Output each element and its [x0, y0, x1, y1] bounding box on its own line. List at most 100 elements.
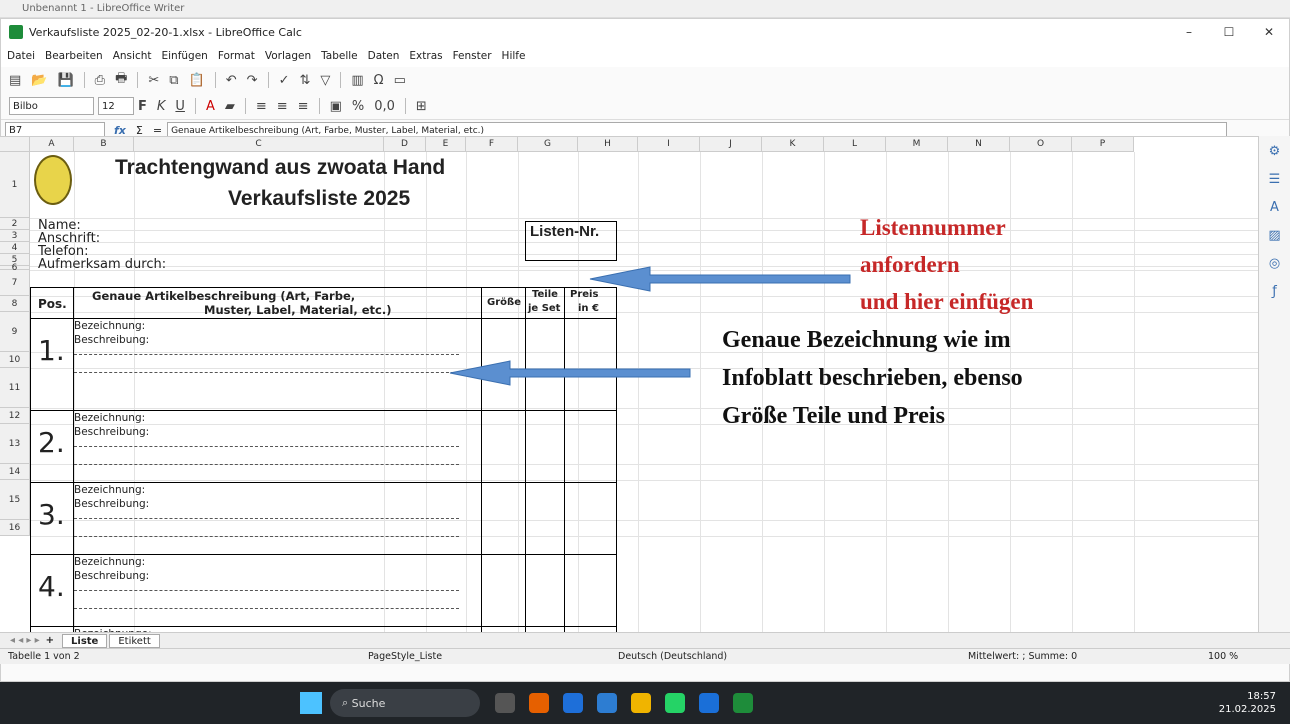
menu-item[interactable]: Datei	[7, 50, 35, 62]
column-header[interactable]: N	[948, 137, 1010, 152]
sort-icon[interactable]: ⇅	[299, 73, 310, 88]
filter-icon[interactable]: ▽	[320, 73, 330, 88]
edge-icon[interactable]	[563, 693, 583, 713]
highlight-icon[interactable]: ▰	[225, 99, 235, 114]
status-zoom[interactable]: 100 %	[1208, 651, 1238, 662]
column-header[interactable]: L	[824, 137, 886, 152]
navigator-icon[interactable]: ◎	[1265, 256, 1285, 276]
corner-cell[interactable]	[0, 137, 30, 152]
explorer-icon[interactable]	[631, 693, 651, 713]
clock[interactable]: 18:57 21.02.2025	[1219, 690, 1276, 716]
store-icon[interactable]	[597, 693, 617, 713]
column-header[interactable]: I	[638, 137, 700, 152]
align-right-icon[interactable]: ≡	[298, 99, 309, 114]
status-language: Deutsch (Deutschland)	[618, 651, 728, 662]
column-header[interactable]: E	[426, 137, 466, 152]
column-header[interactable]: H	[578, 137, 638, 152]
row-header[interactable]: 15	[0, 480, 30, 520]
align-center-icon[interactable]: ≡	[277, 99, 288, 114]
row-header[interactable]: 10	[0, 352, 30, 368]
close-icon[interactable]: ✕	[1249, 25, 1289, 39]
row-header[interactable]: 11	[0, 368, 30, 408]
undo-icon[interactable]: ↶	[226, 73, 237, 88]
pdf-icon[interactable]: ⎙	[95, 73, 105, 88]
spellcheck-icon[interactable]: ✓	[279, 73, 290, 88]
menu-item[interactable]: Einfügen	[162, 50, 208, 62]
maximize-icon[interactable]: ☐	[1209, 25, 1249, 39]
row-header[interactable]: 16	[0, 520, 30, 536]
listen-nr-box[interactable]	[525, 221, 617, 261]
column-header[interactable]: P	[1072, 137, 1134, 152]
cut-icon[interactable]: ✂	[148, 73, 159, 88]
taskview-icon[interactable]	[495, 693, 515, 713]
column-header[interactable]: A	[30, 137, 74, 152]
row-header[interactable]: 13	[0, 424, 30, 464]
copy-icon[interactable]: ⧉	[169, 73, 178, 88]
gallery-icon[interactable]: ▨	[1265, 228, 1285, 248]
italic-icon[interactable]: K	[157, 99, 166, 114]
redo-icon[interactable]: ↷	[247, 73, 258, 88]
spreadsheet-grid[interactable]: A B C D E F G H I J K L M N O P 1 2 3 4 5 6 7 8 9 10 11 12 13 14 15 16 T…	[0, 136, 1258, 632]
print-icon[interactable]: 🖶	[115, 69, 127, 91]
new-icon[interactable]: ▤	[9, 73, 21, 88]
font-name-box[interactable]: Bilbo	[9, 97, 94, 115]
font-color-icon[interactable]: A	[206, 99, 215, 114]
column-header[interactable]: G	[518, 137, 578, 152]
column-header[interactable]: D	[384, 137, 426, 152]
column-header[interactable]: B	[74, 137, 134, 152]
borders-icon[interactable]: ⊞	[416, 99, 427, 114]
writer-icon[interactable]	[699, 693, 719, 713]
menu-item[interactable]: Hilfe	[502, 50, 526, 62]
row-header[interactable]: 3	[0, 230, 30, 242]
special-char-icon[interactable]: Ω	[374, 73, 384, 88]
functions-icon[interactable]: ƒ	[1265, 284, 1285, 304]
minimize-icon[interactable]: –	[1169, 25, 1209, 39]
currency-icon[interactable]: ▣	[330, 99, 342, 114]
save-icon[interactable]: 💾	[57, 73, 73, 88]
tab-nav-icon[interactable]: ◂ ◂ ▸ ▸	[10, 635, 40, 646]
row-header[interactable]: 14	[0, 464, 30, 480]
styles-icon[interactable]: A	[1265, 200, 1285, 220]
menu-item[interactable]: Vorlagen	[265, 50, 311, 62]
column-header[interactable]: O	[1010, 137, 1072, 152]
decimal-icon[interactable]: 0,0	[374, 99, 395, 114]
menu-item[interactable]: Tabelle	[321, 50, 358, 62]
percent-icon[interactable]: %	[352, 99, 364, 114]
column-header[interactable]: C	[134, 137, 384, 152]
row-header[interactable]: 7	[0, 270, 30, 296]
column-header[interactable]: J	[700, 137, 762, 152]
menu-item[interactable]: Bearbeiten	[45, 50, 103, 62]
tab-liste[interactable]: Liste	[62, 633, 108, 648]
start-icon[interactable]	[300, 692, 322, 714]
align-left-icon[interactable]: ≡	[256, 99, 267, 114]
whatsapp-icon[interactable]	[665, 693, 685, 713]
add-sheet-icon[interactable]: +	[46, 635, 54, 646]
tab-etikett[interactable]: Etikett	[109, 633, 160, 648]
column-header[interactable]: K	[762, 137, 824, 152]
comment-icon[interactable]: ▭	[394, 73, 406, 88]
properties-icon[interactable]: ☰	[1265, 172, 1285, 192]
taskbar-search[interactable]: ⌕ Suche	[330, 689, 480, 717]
row-header[interactable]: 2	[0, 218, 30, 230]
menu-item[interactable]: Daten	[368, 50, 400, 62]
chart-icon[interactable]: ▥	[351, 73, 363, 88]
font-size-box[interactable]: 12	[98, 97, 134, 115]
row-header[interactable]: 12	[0, 408, 30, 424]
column-header[interactable]: F	[466, 137, 518, 152]
row-header[interactable]: 4	[0, 242, 30, 254]
row-header[interactable]: 8	[0, 296, 30, 312]
calc-taskbar-icon[interactable]	[733, 693, 753, 713]
underline-icon[interactable]: U	[175, 99, 185, 114]
row-header[interactable]: 9	[0, 312, 30, 352]
menu-item[interactable]: Fenster	[453, 50, 492, 62]
menu-item[interactable]: Extras	[409, 50, 442, 62]
menu-item[interactable]: Ansicht	[113, 50, 152, 62]
row-header[interactable]: 1	[0, 152, 30, 218]
settings-icon[interactable]: ⚙	[1265, 144, 1285, 164]
firefox-icon[interactable]	[529, 693, 549, 713]
bold-icon[interactable]: F	[138, 99, 147, 114]
open-icon[interactable]: 📂	[31, 73, 47, 88]
column-header[interactable]: M	[886, 137, 948, 152]
menu-item[interactable]: Format	[218, 50, 255, 62]
paste-icon[interactable]: 📋	[189, 73, 205, 88]
